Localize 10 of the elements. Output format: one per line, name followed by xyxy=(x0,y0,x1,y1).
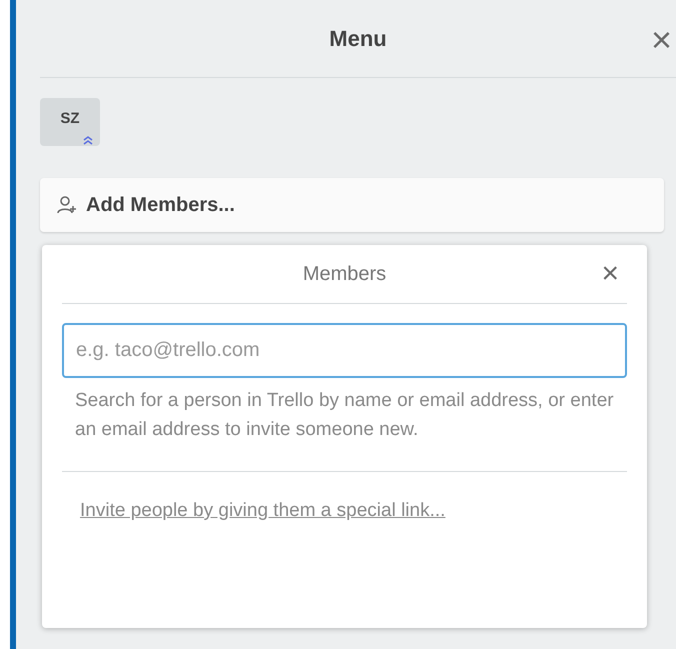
member-avatar[interactable]: SZ xyxy=(40,98,100,146)
add-members-button[interactable]: Add Members... xyxy=(40,178,664,232)
menu-title: Menu xyxy=(329,25,387,53)
popup-title: Members xyxy=(302,262,386,287)
close-button[interactable]: × xyxy=(601,259,619,289)
person-add-icon xyxy=(56,195,78,215)
close-button[interactable]: × xyxy=(650,22,672,58)
search-field[interactable]: e.g. taco@trello.com xyxy=(62,323,627,378)
invite-link[interactable]: Invite people by giving them a special link... xyxy=(80,496,500,526)
help-text: Search for a person in Trello by name or email address, or enter an email address to invite someone new. xyxy=(62,386,627,472)
